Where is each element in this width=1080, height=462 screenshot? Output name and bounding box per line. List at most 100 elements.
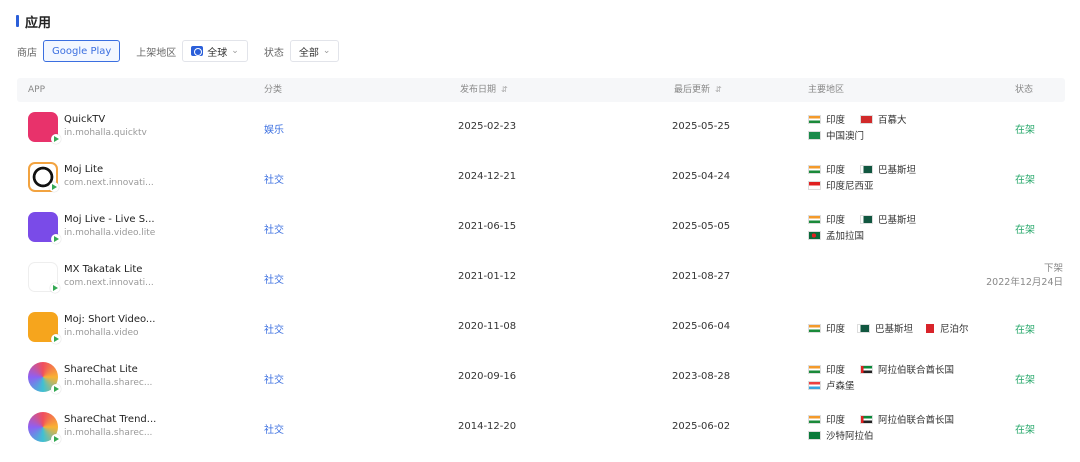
region-name: 百慕大 [878, 115, 907, 126]
status-label: 在架 [1015, 325, 1035, 336]
region-tag: 印度 [808, 212, 845, 226]
app-name[interactable]: ShareChat Lite [64, 364, 138, 375]
table-row[interactable]: Moj Lite com.next.innovati... 社交 2024-12-21… [17, 152, 1065, 202]
google-play-icon [51, 134, 61, 144]
header-category: 分类 [264, 85, 283, 95]
app-package: com.next.innovati... [64, 278, 154, 288]
region-tag: 巴基斯坦 [860, 212, 916, 226]
category-link[interactable]: 社交 [264, 171, 284, 186]
macau-flag-icon [808, 130, 821, 140]
table-row[interactable]: ShareChat Lite in.mohalla.sharec... 社交 2020… [17, 352, 1065, 402]
category-link[interactable]: 娱乐 [264, 121, 284, 136]
release-date: 2020-09-16 [458, 371, 517, 382]
google-play-icon [51, 384, 61, 394]
category-link[interactable]: 社交 [264, 321, 284, 336]
indonesia-flag-icon [808, 180, 821, 190]
app-icon[interactable] [28, 162, 59, 192]
store-filter-google-play[interactable]: Google Play [43, 40, 121, 62]
region-tag: 百慕大 [860, 112, 907, 126]
app-icon[interactable] [28, 312, 61, 344]
header-last-update[interactable]: 最后更新 ⇵ [674, 78, 722, 102]
app-name[interactable]: Moj: Short Video... [64, 314, 155, 325]
table-header: APP 分类 发布日期 ⇵ 最后更新 ⇵ 主要地区 状态 [17, 78, 1065, 102]
region-name: 巴基斯坦 [878, 215, 917, 226]
app-name[interactable]: Moj Lite [64, 164, 103, 175]
region-tag: 印度 [808, 321, 845, 335]
app-package: in.mohalla.video.lite [64, 228, 156, 238]
last-update-date: 2025-05-05 [672, 221, 731, 232]
last-update-date: 2023-08-28 [672, 371, 731, 382]
bermuda-flag-icon [860, 114, 873, 124]
region-name: 巴基斯坦 [878, 165, 917, 176]
status-filter-dropdown[interactable]: 全部 ⌄ [289, 40, 340, 62]
store-filter-label: 商店 [17, 47, 37, 59]
last-update-date: 2025-06-04 [672, 321, 731, 332]
region-name: 印度 [826, 215, 846, 226]
nepal-flag-icon [926, 323, 935, 333]
sort-icon[interactable]: ⇵ [501, 85, 508, 94]
store-filter-value: Google Play [52, 45, 112, 57]
region-name: 印度 [826, 324, 846, 335]
region-tag: 印度 [808, 112, 845, 126]
google-play-icon [50, 283, 60, 293]
table-row[interactable]: MX Takatak Lite com.next.innovati... 社交 202… [17, 252, 1065, 302]
region-name: 印度 [826, 415, 846, 426]
category-link[interactable]: 社交 [264, 271, 284, 286]
last-update-date: 2021-08-27 [672, 271, 731, 282]
app-name[interactable]: MX Takatak Lite [64, 264, 142, 275]
category-link[interactable]: 社交 [264, 221, 284, 236]
region-name: 印度 [826, 115, 846, 126]
app-icon[interactable] [28, 362, 61, 394]
section-header: 应用 [16, 12, 51, 31]
table-row[interactable]: Moj: Short Video... in.mohalla.video 社交 202… [17, 302, 1065, 352]
app-package: com.next.innovati... [64, 178, 154, 188]
release-date: 2021-06-15 [458, 221, 517, 232]
category-link[interactable]: 社交 [264, 371, 284, 386]
header-release-date[interactable]: 发布日期 ⇵ [460, 78, 508, 102]
header-app: APP [28, 85, 46, 95]
filter-bar: 商店 Google Play 上架地区 全球 ⌄ 状态 全部 ⌄ [17, 40, 340, 62]
chevron-down-icon: ⌄ [231, 46, 239, 56]
region-tag: 阿拉伯联合酋长国 [860, 412, 954, 426]
region-tag: 尼泊尔 [926, 321, 969, 335]
region-filter-value: 全球 [207, 47, 228, 59]
app-icon[interactable] [28, 262, 60, 293]
region-name: 孟加拉国 [826, 231, 865, 242]
region-name: 阿拉伯联合酋长国 [878, 365, 955, 376]
header-release-date-label: 发布日期 [460, 85, 497, 95]
app-name[interactable]: Moj Live - Live S... [64, 214, 155, 225]
region-tag: 阿拉伯联合酋长国 [860, 362, 954, 376]
app-icon[interactable] [28, 112, 61, 144]
category-link[interactable]: 社交 [264, 421, 284, 436]
status-label: 在架 [1015, 125, 1035, 136]
table-row[interactable]: QuickTV in.mohalla.quicktv 娱乐 2025-02-23 202… [17, 102, 1065, 152]
app-icon[interactable] [28, 412, 61, 444]
region-filter-dropdown[interactable]: 全球 ⌄ [182, 40, 248, 62]
sort-icon[interactable]: ⇵ [715, 85, 722, 94]
status-filter-value: 全部 [298, 47, 319, 59]
app-name[interactable]: QuickTV [64, 114, 105, 125]
app-package: in.mohalla.video [64, 328, 139, 338]
india-flag-icon [808, 364, 821, 374]
region-tag: 巴基斯坦 [857, 321, 913, 335]
india-flag-icon [808, 114, 821, 124]
region-tag: 巴基斯坦 [860, 162, 916, 176]
table-row[interactable]: Moj Live - Live S... in.mohalla.video.lit… [17, 202, 1065, 252]
region-name: 印度尼西亚 [826, 181, 874, 192]
release-date: 2020-11-08 [458, 321, 517, 332]
region-tag: 沙特阿拉伯 [808, 428, 874, 442]
region-name: 印度 [826, 165, 846, 176]
luxembourg-flag-icon [808, 380, 821, 390]
release-date: 2025-02-23 [458, 121, 517, 132]
status-cell: 下架 2022年12月24日 [973, 262, 1063, 290]
saudi-flag-icon [808, 430, 821, 440]
app-name[interactable]: ShareChat Trend... [64, 414, 156, 425]
app-icon[interactable] [28, 212, 61, 244]
status-label: 在架 [1015, 175, 1035, 186]
pakistan-flag-icon [857, 323, 870, 333]
region-name: 阿拉伯联合酋长国 [878, 415, 955, 426]
header-status: 状态 [1015, 85, 1034, 95]
release-date: 2021-01-12 [458, 271, 517, 282]
pakistan-flag-icon [860, 214, 873, 224]
table-row[interactable]: ShareChat Trend... in.mohalla.sharec... 社交… [17, 402, 1065, 452]
